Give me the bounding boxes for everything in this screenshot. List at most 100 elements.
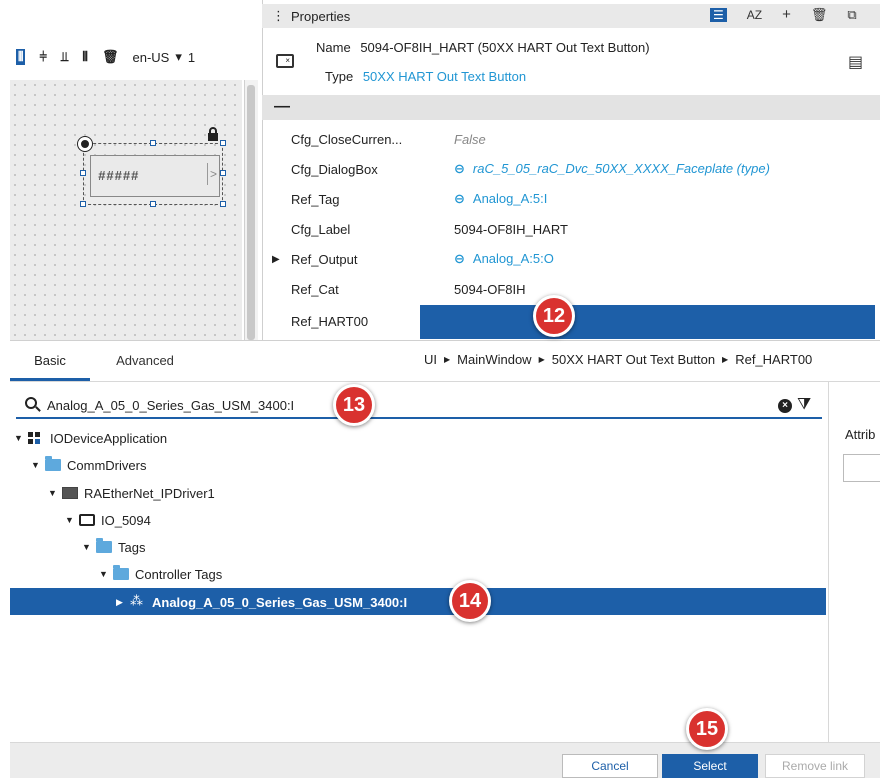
expand-down-icon[interactable]: ▼ xyxy=(31,460,45,470)
tree-node-iodeviceapplication[interactable]: ▼ IODeviceApplication xyxy=(14,425,167,451)
expand-arrow-icon[interactable]: ▶ xyxy=(272,254,280,265)
tree-node-analog-tag[interactable]: ▶ Analog_A_05_0_Series_Gas_USM_3400:I xyxy=(116,589,407,615)
property-value-text: Analog_A:5:I xyxy=(472,191,548,206)
folder-icon xyxy=(113,565,129,580)
drag-handle-icon[interactable]: ⋮ xyxy=(272,8,285,24)
align-left-icon[interactable]: ⫴ xyxy=(16,49,26,65)
search-input[interactable] xyxy=(47,398,747,413)
property-row[interactable]: Cfg_Label 5094-OF8IH_HART xyxy=(262,214,880,244)
breadcrumb-item[interactable]: 50XX HART Out Text Button xyxy=(552,352,715,367)
filter-icon[interactable]: ⧩ xyxy=(797,396,811,414)
breadcrumb-item[interactable]: MainWindow xyxy=(457,352,531,367)
property-value-text: raC_5_05_raC_Dvc_50XX_XXXX_Faceplate (ty… xyxy=(472,161,770,176)
align-center-icon[interactable]: ⫩ xyxy=(39,49,46,65)
property-value[interactable]: ⊖ raC_5_05_raC_Dvc_50XX_XXXX_Faceplate (t… xyxy=(454,161,770,177)
property-value[interactable]: 5094-OF8IH_HART xyxy=(454,222,568,237)
tree-node-commdrivers[interactable]: ▼ CommDrivers xyxy=(31,452,146,478)
pin-icon[interactable]: ⧉ xyxy=(847,7,856,23)
link-icon: ⊖ xyxy=(454,251,465,266)
tree-node-label: IO_5094 xyxy=(101,512,151,528)
property-name: Cfg_DialogBox xyxy=(291,161,378,177)
expand-down-icon[interactable]: ▼ xyxy=(48,488,62,498)
expand-down-icon[interactable]: ▼ xyxy=(14,433,28,443)
tab-basic[interactable]: Basic xyxy=(10,345,90,381)
type-link[interactable]: 50XX HART Out Text Button xyxy=(363,69,526,84)
edit-properties-icon[interactable]: ▤ xyxy=(848,52,863,72)
canvas-scroll-thumb[interactable] xyxy=(247,85,255,340)
distribute-icon[interactable]: ⦀ xyxy=(82,49,88,65)
property-name: Ref_Tag xyxy=(291,191,340,207)
resize-handle[interactable] xyxy=(80,201,86,207)
categorized-view-icon[interactable]: ☰ xyxy=(710,7,727,22)
application-icon xyxy=(28,432,44,444)
remove-link-button[interactable]: Remove link xyxy=(765,754,865,778)
property-name: Ref_Output xyxy=(291,251,358,267)
resize-handle[interactable] xyxy=(80,170,86,176)
chevron-right-icon: ▶ xyxy=(722,355,729,364)
resize-handle[interactable] xyxy=(150,201,156,207)
expand-down-icon[interactable]: ▼ xyxy=(82,542,96,552)
pane-divider[interactable] xyxy=(828,382,829,742)
breadcrumb: UI ▶ MainWindow ▶ 50XX HART Out Text But… xyxy=(424,352,812,367)
property-row[interactable]: ▶ Ref_Output ⊖ Analog_A:5:O xyxy=(262,244,880,274)
resize-handle[interactable] xyxy=(220,170,226,176)
property-value[interactable]: ⊖ Analog_A:5:I xyxy=(454,191,547,207)
property-row[interactable]: Ref_Tag ⊖ Analog_A:5:I xyxy=(262,184,880,214)
widget-chevron: > xyxy=(207,163,219,185)
delete-icon[interactable]: 🗑 xyxy=(102,49,119,65)
expand-down-icon[interactable]: ▼ xyxy=(65,515,79,525)
property-value[interactable]: False xyxy=(454,132,486,147)
select-button[interactable]: Select xyxy=(662,754,758,778)
name-value[interactable]: 5094-OF8IH_HART (50XX HART Out Text Butt… xyxy=(360,40,649,55)
breadcrumb-item[interactable]: UI xyxy=(424,352,437,367)
property-row[interactable]: Cfg_CloseCurren... False xyxy=(262,124,880,154)
collapse-icon[interactable]: — xyxy=(274,98,290,116)
property-name: Cfg_CloseCurren... xyxy=(291,131,403,147)
resize-handle[interactable] xyxy=(150,140,156,146)
callout-badge: 14 xyxy=(449,580,491,622)
tab-advanced[interactable]: Advanced xyxy=(100,345,190,381)
attribute-input[interactable] xyxy=(843,454,880,482)
tree-node-controller-tags[interactable]: ▼ Controller Tags xyxy=(99,561,222,587)
property-name: Ref_Cat xyxy=(291,281,339,297)
chevron-right-icon: ▶ xyxy=(538,355,545,364)
property-name: Ref_HART00 xyxy=(291,313,369,329)
cancel-button[interactable]: Cancel xyxy=(562,754,658,778)
clear-search-icon[interactable]: × xyxy=(778,399,792,413)
group-collapse-bar[interactable] xyxy=(262,95,880,120)
property-row[interactable]: Cfg_DialogBox ⊖ raC_5_05_raC_Dvc_50XX_XXX… xyxy=(262,154,880,184)
attributes-label: Attrib xyxy=(845,427,876,442)
trash-icon[interactable]: 🗑 xyxy=(811,7,828,23)
tree-node-label: IODeviceApplication xyxy=(50,430,168,446)
design-surface[interactable] xyxy=(10,80,242,345)
callout-badge: 12 xyxy=(533,295,575,337)
callout-badge: 15 xyxy=(686,708,728,750)
folder-icon xyxy=(45,456,61,471)
locale-select[interactable]: en-US ▾ 1 xyxy=(133,49,196,65)
name-row: Name 5094-OF8IH_HART (50XX HART Out Text… xyxy=(316,40,650,55)
expand-down-icon[interactable]: ▼ xyxy=(99,569,113,579)
tree-node-label: Tags xyxy=(118,539,146,555)
sort-az-icon[interactable]: AZ xyxy=(747,8,762,22)
lock-icon[interactable] xyxy=(206,127,220,141)
locale-suffix: 1 xyxy=(187,49,196,65)
add-icon[interactable]: + xyxy=(782,6,791,23)
property-value[interactable]: ⊖ Analog_A:5:O xyxy=(454,251,554,267)
expand-right-icon[interactable]: ▶ xyxy=(116,597,130,608)
rotate-handle-icon[interactable] xyxy=(78,137,92,151)
resize-handle[interactable] xyxy=(220,140,226,146)
property-row[interactable]: Ref_Cat 5094-OF8IH xyxy=(262,274,880,304)
resize-handle[interactable] xyxy=(220,201,226,207)
breadcrumb-item[interactable]: Ref_HART00 xyxy=(735,352,812,367)
property-name: Cfg_Label xyxy=(291,221,351,237)
tree-node-tags[interactable]: ▼ Tags xyxy=(82,534,145,560)
structure-tag-icon xyxy=(130,593,146,609)
tree-node-io-5094[interactable]: ▼ IO_5094 xyxy=(65,507,151,533)
tree-node-raethernet-driver[interactable]: ▼ RAEtherNet_IPDriver1 xyxy=(48,480,215,506)
align-bottom-icon[interactable]: ⫫ xyxy=(61,49,68,65)
locale-value: en-US xyxy=(132,49,170,65)
chevron-right-icon: ▶ xyxy=(444,355,451,364)
property-value[interactable]: 5094-OF8IH xyxy=(454,282,526,297)
type-row: Type 50XX HART Out Text Button xyxy=(325,69,526,84)
name-label: Name xyxy=(316,40,351,55)
